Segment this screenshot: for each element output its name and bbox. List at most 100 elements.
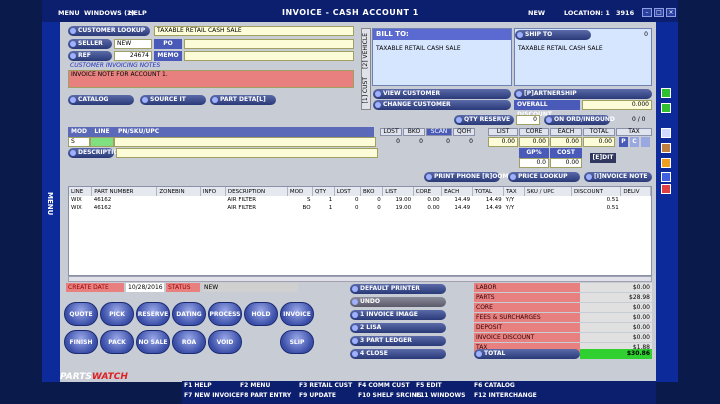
part-detail-button[interactable]: PART DETA[L]	[210, 95, 276, 105]
default-printer-button[interactable]: DEFAULT PRINTER	[350, 284, 446, 294]
void-button[interactable]: VOID	[208, 330, 242, 354]
undo-button[interactable]: UNDO	[350, 297, 446, 307]
f1-help-key[interactable]: F1 HELP	[184, 382, 212, 389]
ref-field[interactable]: 24674	[114, 51, 152, 61]
f8-part-entry-key[interactable]: F8 PART ENTRY	[240, 392, 291, 399]
green-status-icon[interactable]	[661, 88, 671, 98]
scan-col[interactable]: SCAN	[426, 128, 452, 136]
mod-field[interactable]: S	[68, 137, 90, 147]
green-status-icon-2[interactable]	[661, 103, 671, 113]
tax-c-toggle[interactable]: C	[630, 137, 639, 147]
grid-col-header[interactable]: TAX	[503, 187, 525, 196]
pack-button[interactable]: PACK	[100, 330, 134, 354]
pn-sku-field[interactable]	[114, 137, 376, 147]
help-menu[interactable]: HELP	[128, 9, 147, 17]
invoice-lines-grid[interactable]: LINE PART NUMBER ZONEBIN INFO DESCRIPTION MOD…	[68, 186, 652, 276]
memo-label[interactable]: MEMO	[154, 51, 182, 61]
f9-update-key[interactable]: F9 UPDATE	[299, 392, 336, 399]
menu-button[interactable]: MENU	[58, 9, 80, 17]
f2-menu-key[interactable]: F2 MENU	[240, 382, 270, 389]
side-menu-label[interactable]: MENU	[46, 192, 54, 215]
mail-icon[interactable]	[661, 184, 671, 194]
copy-icon[interactable]	[661, 128, 671, 138]
tax-extra-toggle[interactable]	[641, 137, 650, 147]
no-sale-button[interactable]: NO SALE	[136, 330, 170, 354]
invoice-button[interactable]: INVOICE	[280, 302, 314, 326]
tab-cust[interactable]: [1] CUST	[362, 77, 370, 103]
f11-windows-key[interactable]: F11 WINDOWS	[416, 392, 465, 399]
grid-col-header[interactable]: INFO	[200, 187, 226, 196]
f4-comm-cust-key[interactable]: F4 COMM CUST	[358, 382, 410, 389]
price-lookup-button[interactable]: PRICE LOOKUP	[508, 172, 580, 182]
description-button[interactable]: DESCRIPTION	[68, 148, 124, 158]
grid-col-header[interactable]: DESCRIPTION	[225, 187, 288, 196]
f7-new-invoice-key[interactable]: F7 NEW INVOICE	[184, 392, 240, 399]
table-row[interactable]: WIX 46162 AIR FILTER S 1 0 0 19.00 0.00 14.49 14.4…	[69, 196, 651, 204]
grid-col-header[interactable]: MOD	[287, 187, 314, 196]
ship-to-button[interactable]: SHIP TO	[515, 30, 591, 40]
memo-field[interactable]	[184, 51, 354, 61]
process-button[interactable]: PROCESS	[208, 302, 242, 326]
customer-notes[interactable]: INVOICE NOTE FOR ACCOUNT 1.	[68, 70, 354, 88]
part-ledger-button[interactable]: 3 PART LEDGER	[350, 336, 446, 346]
po-label[interactable]: PO	[154, 39, 182, 49]
f10-shelf-srcing-key[interactable]: F10 SHELF SRCING	[358, 392, 422, 399]
seller-button[interactable]: SELLER	[68, 39, 112, 49]
f6-catalog-key[interactable]: F6 CATALOG	[474, 382, 515, 389]
restore-icon[interactable]: □	[654, 8, 664, 17]
line-field[interactable]	[90, 137, 114, 147]
customer-lookup-field[interactable]: TAXABLE RETAIL CASH SALE	[154, 26, 354, 36]
on-order-button[interactable]: ON ORD/INBOUND	[544, 115, 615, 125]
source-it-button[interactable]: SOURCE IT	[140, 95, 206, 105]
grid-col-header[interactable]: CORE	[413, 187, 443, 196]
grid-col-header[interactable]: DISCOUNT	[571, 187, 622, 196]
pick-button[interactable]: PICK	[100, 302, 134, 326]
grid-col-header[interactable]: ZONEBIN	[156, 187, 201, 196]
catalog-button[interactable]: CATALOG	[68, 95, 134, 105]
each-field[interactable]: 0.00	[550, 137, 582, 147]
grid-col-header[interactable]: SKU / UPC	[524, 187, 572, 196]
core-field[interactable]: 0.00	[519, 137, 549, 147]
grid-col-header[interactable]: LIST	[382, 187, 414, 196]
grid-col-header[interactable]: QTY	[312, 187, 335, 196]
grid-col-header[interactable]: LOST	[334, 187, 362, 196]
invoice-note-button[interactable]: [I]NVOICE NOTE	[584, 172, 652, 182]
dating-button[interactable]: DATING	[172, 302, 206, 326]
grid-horizontal-scrollbar[interactable]	[68, 276, 652, 282]
minimize-icon[interactable]: –	[642, 8, 652, 17]
left-menu-bar[interactable]: MENU	[42, 22, 60, 382]
close-icon[interactable]: ×	[666, 8, 676, 17]
view-customer-button[interactable]: VIEW CUSTOMER	[373, 89, 511, 99]
seller-field[interactable]: NEW	[114, 39, 152, 49]
change-customer-button[interactable]: CHANGE CUSTOMER	[373, 100, 511, 110]
tax-p-toggle[interactable]: P	[619, 137, 628, 147]
edit-button[interactable]: [E]DIT	[590, 153, 616, 163]
po-field[interactable]	[184, 39, 354, 49]
grid-col-header[interactable]: BKO	[360, 187, 384, 196]
globe-icon[interactable]	[661, 172, 671, 182]
close-option-button[interactable]: 4 CLOSE	[350, 349, 446, 359]
grid-col-header[interactable]: EACH	[441, 187, 473, 196]
grid-col-header[interactable]: LINE	[69, 187, 93, 196]
reserve-button[interactable]: RESERVE	[136, 302, 170, 326]
list-field[interactable]: 0.00	[488, 137, 518, 147]
ref-button[interactable]: REF	[68, 51, 112, 61]
tab-vehicle[interactable]: [2] VEHICLE	[362, 33, 370, 69]
lisa-button[interactable]: 2 LISA	[350, 323, 446, 333]
f12-interchange-key[interactable]: F12 INTERCHANGE	[474, 392, 537, 399]
print-phone-room-button[interactable]: PRINT PHONE [R]OOM	[424, 172, 508, 182]
hold-button[interactable]: HOLD	[244, 302, 278, 326]
description-field[interactable]	[116, 148, 378, 158]
customer-lookup-button[interactable]: CUSTOMER LOOKUP	[68, 26, 150, 36]
f3-retail-cust-key[interactable]: F3 RETAIL CUST	[299, 382, 352, 389]
f5-edit-key[interactable]: F5 EDIT	[416, 382, 442, 389]
grid-col-header[interactable]: DELIV	[620, 187, 651, 196]
roa-button[interactable]: ROA	[172, 330, 206, 354]
partnership-button[interactable]: [P]ARTNERSHIP	[514, 89, 652, 99]
folder-icon[interactable]	[661, 143, 671, 153]
overall-discount-field[interactable]: 0.000	[582, 100, 652, 110]
table-row[interactable]: WIX 46162 AIR FILTER BO 1 0 0 19.00 0.00 14.49 14.…	[69, 204, 651, 212]
finish-button[interactable]: FINISH	[64, 330, 98, 354]
windows-menu[interactable]: WINDOWS (2)	[84, 9, 135, 17]
invoice-image-button[interactable]: 1 INVOICE IMAGE	[350, 310, 446, 320]
